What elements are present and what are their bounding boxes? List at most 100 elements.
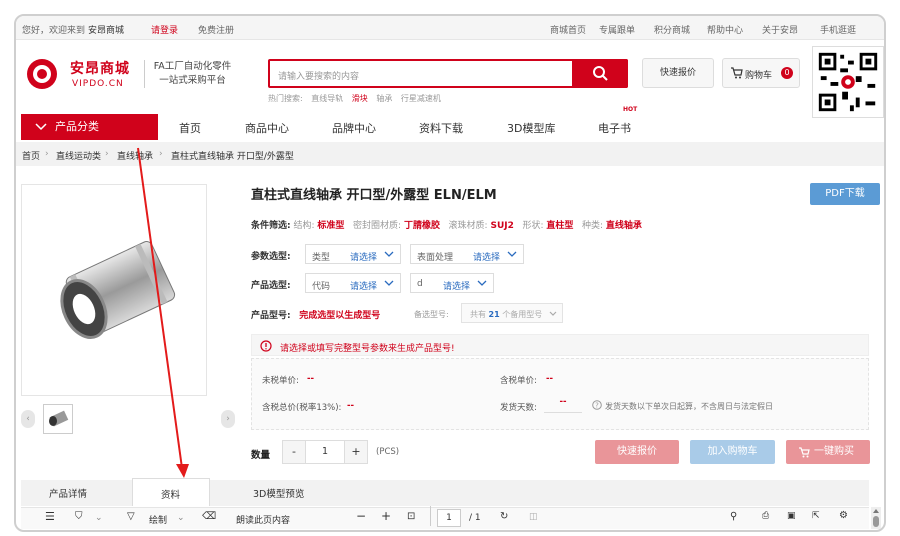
quick-quote-action-button[interactable]: 快速报价 — [595, 440, 679, 464]
cart-button[interactable]: 购物车 0 — [722, 58, 800, 88]
slogan-line-1: FA工厂自动化零件 — [153, 61, 232, 72]
param-surface-select[interactable]: 表面处理 请选择 — [410, 244, 524, 264]
hot-item[interactable]: 滑块 — [352, 94, 368, 103]
fit-page-icon[interactable]: ⊡ — [407, 511, 415, 522]
two-page-icon[interactable]: ◫ — [529, 512, 538, 522]
tab-product-details[interactable]: 产品详情 — [49, 486, 87, 500]
chevron-down-icon — [477, 280, 487, 286]
filter-key: 密封圈材质: — [353, 221, 402, 231]
backup-model-select[interactable]: 共有 21 个备用型号 — [461, 303, 563, 323]
settings-gear-icon[interactable]: ⚙ — [839, 510, 848, 521]
topbar-link-points[interactable]: 积分商城 — [654, 23, 690, 36]
read-aloud-button[interactable]: 朗读此页内容 — [236, 513, 290, 526]
buy-now-button[interactable]: 一键购买 — [786, 440, 870, 464]
cart-count-badge: 0 — [781, 67, 793, 79]
list-icon[interactable]: ☰ — [45, 510, 55, 523]
login-link[interactable]: 请登录 — [151, 23, 178, 36]
backup-count: 21 — [488, 310, 500, 319]
zoom-in-icon[interactable]: + — [381, 509, 391, 523]
eraser-icon[interactable]: ⌫ — [202, 511, 216, 522]
filter-value[interactable]: SUJ2 — [490, 221, 513, 231]
zoom-out-icon[interactable]: − — [356, 509, 366, 523]
thumbnail[interactable] — [43, 404, 73, 434]
thumbnail-image — [49, 410, 69, 427]
topbar-link-help[interactable]: 帮助中心 — [707, 23, 743, 36]
print-icon[interactable]: ⎙ — [762, 511, 769, 521]
filter-value[interactable]: 丁腈橡胶 — [404, 221, 440, 231]
product-title: 直柱式直线轴承 开口型/外露型 ELN/ELM — [251, 188, 497, 203]
breadcrumb-current: 直柱式直线轴承 开口型/外露型 — [171, 152, 294, 162]
nav-item-products[interactable]: 商品中心 — [245, 120, 289, 136]
hot-item[interactable]: 行星减速机 — [401, 94, 441, 103]
backup-text: 共有 21 个备用型号 — [470, 309, 542, 320]
nav-item-3d-models[interactable]: 3D模型库 — [507, 120, 555, 136]
topbar-link-home[interactable]: 商城首页 — [550, 23, 586, 36]
filter-row: 条件筛选: 结构: 标准型 密封圈材质: 丁腈橡胶 滚珠材质: SUJ2 形状:… — [251, 218, 642, 231]
filter-value[interactable]: 标准型 — [317, 221, 344, 231]
search-input[interactable]: 请输入要搜索的内容 — [278, 69, 359, 82]
chevron-down-icon[interactable]: ⌄ — [95, 513, 103, 523]
quantity-plus-button[interactable]: + — [344, 440, 368, 464]
model-row: 产品型号: 完成选型以生成型号 — [251, 308, 380, 321]
backup-label: 备选型号: — [414, 310, 449, 319]
select-key: 表面处理 — [417, 253, 454, 263]
rotate-icon[interactable]: ↻ — [500, 511, 508, 522]
tab-3d-preview[interactable]: 3D模型预览 — [253, 486, 304, 500]
quick-quote-button[interactable]: 快速报价 — [642, 58, 714, 88]
hot-item[interactable]: 直线导轨 — [311, 94, 343, 103]
alert-text: 请选择或填写完整型号参数来生成产品型号! — [280, 344, 455, 354]
thumb-prev-button[interactable]: ‹ — [21, 410, 35, 428]
greeting-text: 您好，欢迎来到 — [22, 26, 86, 36]
filter-value[interactable]: 直柱型 — [546, 221, 573, 231]
search-button[interactable] — [572, 59, 628, 88]
prod-d-select[interactable]: d 请选择 — [410, 273, 494, 293]
qr-code-icon — [812, 46, 884, 118]
quantity-input[interactable]: 1 — [305, 440, 345, 464]
backup-post: 个备用型号 — [502, 310, 543, 319]
topbar-link-about[interactable]: 关于安昂 — [762, 23, 798, 36]
nav-item-downloads[interactable]: 资料下载 — [419, 120, 463, 136]
pdf-download-button[interactable]: PDF下载 — [810, 183, 880, 205]
topbar-link-mobile[interactable]: 手机逛逛 — [820, 23, 856, 36]
nav-item-home[interactable]: 首页 — [179, 120, 201, 136]
quantity-minus-button[interactable]: - — [282, 440, 306, 464]
thumb-next-button[interactable]: › — [221, 410, 235, 428]
hot-item[interactable]: 轴承 — [376, 94, 392, 103]
nav-item-ebooks[interactable]: 电子书 — [598, 120, 631, 136]
breadcrumb-item[interactable]: 直线轴承 — [117, 149, 153, 162]
filter-value[interactable]: 直线轴承 — [606, 221, 642, 231]
draw-icon[interactable]: ▽ — [127, 511, 135, 522]
scroll-up-arrow[interactable] — [873, 509, 879, 513]
prod-label: 产品选型: — [251, 278, 291, 291]
share-icon[interactable]: ⇱ — [812, 511, 820, 521]
question-icon[interactable]: ? — [592, 400, 602, 410]
tab-documents-label: 资料 — [161, 490, 181, 501]
tab-documents[interactable]: 资料 — [132, 478, 210, 506]
site-name: 安昂商城 — [88, 26, 125, 36]
chevron-down-icon — [384, 251, 394, 257]
highlight-icon[interactable]: ⛉ — [75, 511, 83, 522]
topbar-link-orders[interactable]: 专属跟单 — [599, 23, 635, 36]
breadcrumb-item[interactable]: 直线运动类 — [56, 149, 101, 162]
search-box[interactable]: 请输入要搜索的内容 — [268, 59, 628, 88]
param-type-select[interactable]: 类型 请选择 — [305, 244, 401, 264]
draw-label[interactable]: 绘制 — [149, 513, 167, 526]
hot-label: 热门搜索: — [268, 94, 303, 103]
chevron-down-icon — [507, 251, 517, 257]
alert-box: 请选择或填写完整型号参数来生成产品型号! — [251, 334, 869, 356]
prod-code-select[interactable]: 代码 请选择 — [305, 273, 401, 293]
product-image[interactable] — [21, 184, 207, 396]
chevron-down-icon[interactable]: ⌄ — [177, 513, 185, 523]
page-number-input[interactable]: 1 — [437, 509, 461, 527]
category-menu-button[interactable]: 产品分类 — [21, 114, 158, 140]
scrollbar[interactable] — [871, 507, 881, 529]
linear-bearing-image — [60, 241, 176, 339]
scroll-thumb[interactable] — [873, 516, 879, 527]
nav-item-brands[interactable]: 品牌中心 — [332, 120, 376, 136]
save-icon[interactable]: ▣ — [787, 511, 796, 521]
add-to-cart-button[interactable]: 加入购物车 — [690, 440, 775, 464]
search-icon[interactable]: ⚲ — [730, 511, 737, 522]
register-link[interactable]: 免费注册 — [198, 23, 234, 36]
breadcrumb-item[interactable]: 首页 — [22, 149, 40, 162]
buy-now-label: 一键购买 — [814, 446, 854, 457]
